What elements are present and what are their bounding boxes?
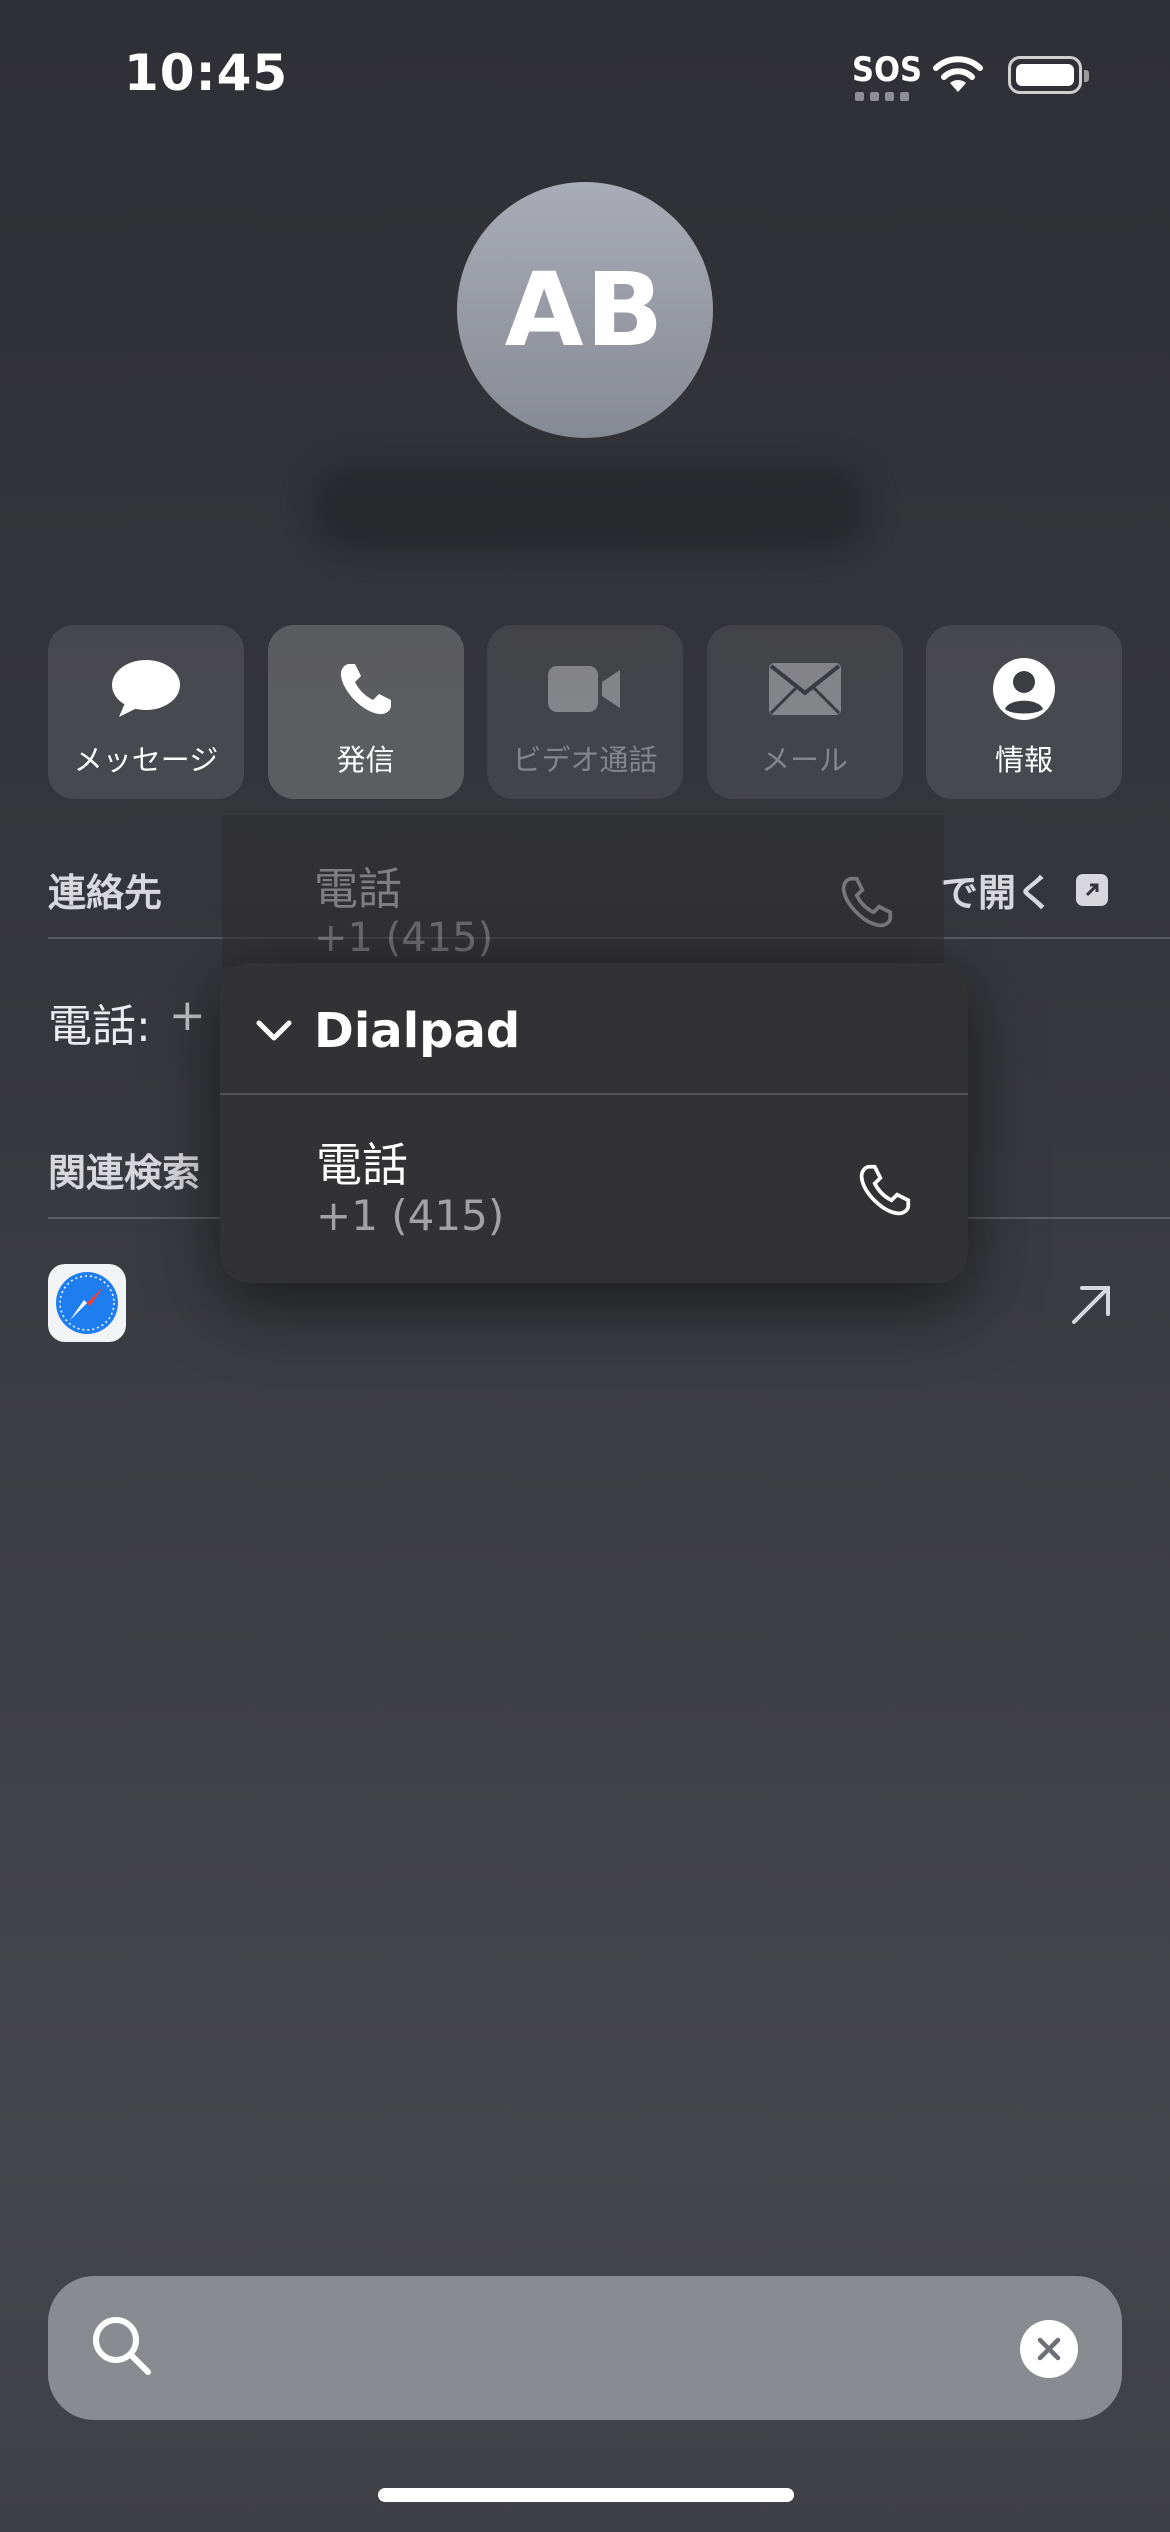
message-button-label: メッセージ xyxy=(73,743,219,777)
external-link-icon xyxy=(1076,873,1109,906)
menu-header-label: Dialpad xyxy=(314,1003,521,1059)
search-bar[interactable] xyxy=(48,2276,1122,2420)
chevron-down-icon xyxy=(256,1020,292,1041)
phone-outline-icon xyxy=(841,876,893,928)
redacted-contact-name xyxy=(310,462,870,552)
phone-icon xyxy=(337,657,395,721)
message-button[interactable]: メッセージ xyxy=(48,625,244,799)
open-arrow-icon[interactable] xyxy=(1068,1282,1116,1326)
related-search-label: 関連検索 xyxy=(48,1151,201,1195)
avatar-initials: AB xyxy=(504,250,666,370)
signal-dots-icon xyxy=(855,92,909,101)
contacts-section-label: 連絡先 xyxy=(48,871,163,915)
open-in-label: で開く xyxy=(940,871,1055,915)
phone-row-label: 電話: xyxy=(48,1001,151,1052)
menu-divider xyxy=(220,1093,968,1095)
wifi-icon xyxy=(933,56,983,92)
info-button[interactable]: 情報 xyxy=(926,625,1122,799)
video-call-button[interactable]: ビデオ通話 xyxy=(487,625,683,799)
phone-row[interactable]: 電話: + xyxy=(48,990,206,1054)
video-camera-icon xyxy=(548,657,622,721)
call-button-label: 発信 xyxy=(336,743,395,777)
menu-item-number: +1 (415) xyxy=(316,1191,505,1240)
sos-indicator: SOS xyxy=(852,50,923,90)
envelope-icon xyxy=(768,657,841,721)
phone-row-prefix: + xyxy=(168,990,206,1041)
mail-button[interactable]: メール xyxy=(706,625,903,799)
ghost-menu: 電話 +1 (415) xyxy=(222,815,944,967)
info-button-label: 情報 xyxy=(994,743,1053,777)
phone-outline-icon xyxy=(859,1164,911,1216)
contact-avatar: AB xyxy=(457,182,713,438)
ghost-menu-title: 電話 xyxy=(314,864,402,915)
mail-button-label: メール xyxy=(760,743,848,777)
close-icon xyxy=(1037,2337,1061,2361)
search-icon xyxy=(93,2317,151,2375)
safari-icon[interactable] xyxy=(48,1264,126,1342)
person-circle-icon xyxy=(993,657,1055,721)
menu-header-dialpad[interactable]: Dialpad xyxy=(256,1003,520,1059)
battery-icon xyxy=(1008,56,1089,94)
call-button[interactable]: 発信 xyxy=(267,625,464,799)
menu-item-title: 電話 xyxy=(316,1138,408,1192)
status-time: 10:45 xyxy=(124,44,289,102)
clear-search-button[interactable] xyxy=(1020,2320,1078,2378)
message-bubble-icon xyxy=(111,657,181,721)
call-options-menu: Dialpad 電話 +1 (415) xyxy=(220,963,968,1283)
action-button-row: メッセージ 発信 ビデオ通話 メール 情報 xyxy=(48,625,1122,799)
open-in-link[interactable]: で開く xyxy=(940,862,1109,917)
ghost-menu-number: +1 (415) xyxy=(314,915,494,961)
home-indicator[interactable] xyxy=(378,2488,794,2502)
video-call-button-label: ビデオ通話 xyxy=(512,743,658,777)
